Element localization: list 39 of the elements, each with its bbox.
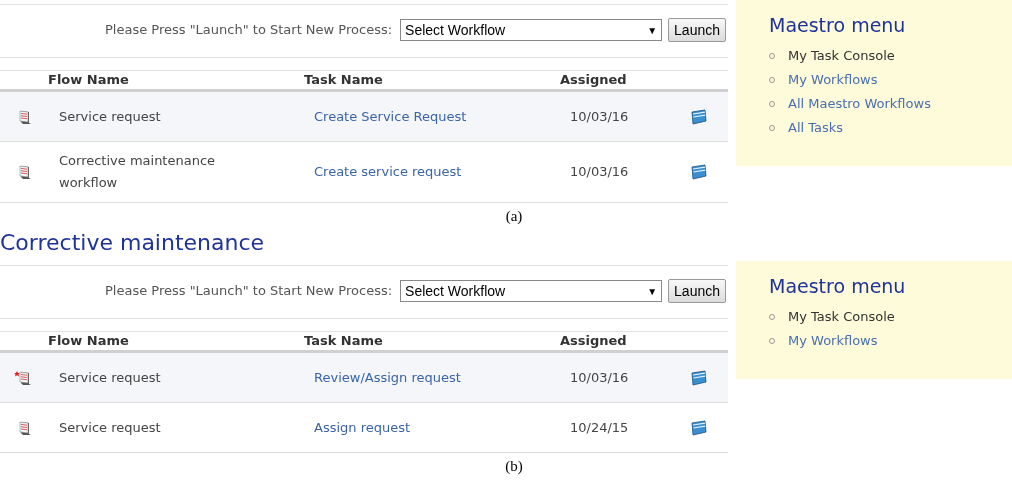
figure-caption: (a) [505,206,523,226]
column-header: Assigned [560,71,627,90]
launch-prompt: Please Press "Launch" to Start New Process: [104,21,393,40]
launch-prompt: Please Press "Launch" to Start New Process: [104,282,393,301]
menu-link[interactable]: All Maestro Workflows [788,93,931,114]
workflow-select[interactable]: Select Workflow ▼ [400,280,663,302]
task-link[interactable]: Review/Assign request [314,367,570,388]
launch-button[interactable]: Launch [668,18,726,42]
column-header: Task Name [304,332,384,351]
book-icon[interactable] [690,419,708,436]
flow-name-cell-text: Service request [59,368,162,387]
column-header: Assigned [560,332,627,351]
column-header: Flow Name [48,71,130,90]
flow-name-cell-text: Corrective maintenance workflow [59,152,217,192]
menu-title: Maestro menu [769,13,907,38]
book-icon[interactable] [690,369,708,386]
flow-name-cell-text: Service request [59,107,162,126]
menu-link[interactable]: All Tasks [788,117,844,138]
menu-link[interactable]: My Workflows [788,330,878,351]
task-link[interactable]: Assign request [314,417,570,438]
column-header: Flow Name [48,332,130,351]
figure-caption: (b) [505,456,523,476]
assigned-cell-text: 10/03/16 [570,107,630,126]
task-link[interactable]: Create Service Request [314,106,570,127]
task-link[interactable]: Create service request [314,162,570,182]
workflow-select[interactable]: Select Workflow ▼ [400,19,663,41]
assigned-cell-text: 10/03/16 [570,163,630,182]
column-header: Task Name [304,71,384,90]
assigned-cell-text: 10/24/15 [570,418,630,437]
menu-title: Maestro menu [769,274,907,299]
flow-name-cell-text: Service request [59,418,162,437]
assigned-cell-text: 10/03/16 [570,368,630,387]
menu-link[interactable]: My Task Console [788,306,895,327]
menu-link[interactable]: My Task Console [788,45,895,66]
book-icon[interactable] [690,108,708,125]
page-heading: Corrective maintenance [0,229,266,257]
launch-button[interactable]: Launch [668,279,726,303]
menu-link[interactable]: My Workflows [788,69,878,90]
book-icon[interactable] [690,164,708,180]
